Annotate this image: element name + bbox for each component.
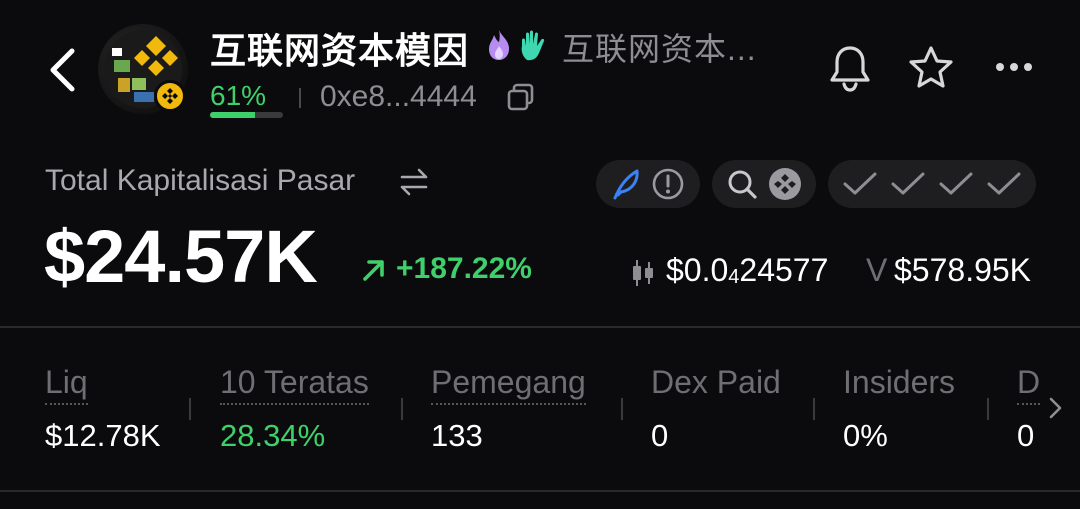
swap-metric-button[interactable] bbox=[398, 166, 430, 198]
bnb-chain-icon bbox=[154, 80, 186, 112]
bonding-progress-text: 61% bbox=[210, 80, 267, 111]
bonding-progress-fill bbox=[210, 112, 255, 118]
stat-separator bbox=[621, 398, 623, 420]
check-icon bbox=[891, 172, 925, 195]
divider bbox=[0, 490, 1080, 492]
separator bbox=[299, 88, 301, 108]
search-icon bbox=[728, 170, 757, 199]
price-zero-count: 4 bbox=[728, 266, 740, 288]
stat-separator bbox=[401, 398, 403, 420]
price-prefix: $0.0 bbox=[666, 252, 729, 288]
token-tags bbox=[484, 28, 550, 62]
info-icon bbox=[652, 168, 684, 200]
stat-value-dex-paid: 0 bbox=[651, 418, 669, 453]
price-digits: 24577 bbox=[739, 252, 829, 288]
check-icon bbox=[939, 172, 973, 195]
hand-icon bbox=[521, 30, 545, 61]
back-arrow-icon bbox=[50, 48, 75, 92]
stat-label-insiders: Insiders bbox=[843, 364, 956, 400]
stat-label-top10[interactable]: 10 Teratas bbox=[220, 364, 369, 405]
stat-value-truncated: 0 bbox=[1017, 418, 1035, 453]
search-explorer-chip[interactable] bbox=[712, 160, 816, 208]
stat-label-truncated[interactable]: D bbox=[1017, 364, 1041, 405]
stats-scroll-right-button[interactable] bbox=[1044, 394, 1066, 422]
copy-icon bbox=[507, 83, 534, 111]
back-button[interactable] bbox=[38, 42, 86, 98]
stat-label-holders[interactable]: Pemegang bbox=[431, 364, 586, 405]
bonding-progress-bar bbox=[210, 112, 283, 118]
trend-up-icon bbox=[363, 260, 384, 281]
candlestick-icon bbox=[633, 260, 653, 286]
token-subtitle: 互联网资本... bbox=[562, 31, 757, 67]
social-audit-chip[interactable] bbox=[596, 160, 700, 208]
copy-address-button[interactable] bbox=[506, 82, 536, 112]
bscscan-icon bbox=[769, 168, 801, 200]
divider bbox=[0, 326, 1080, 328]
feather-icon bbox=[613, 169, 639, 200]
market-cap-change: +187.22% bbox=[396, 252, 532, 285]
market-cap-label: Total Kapitalisasi Pasar bbox=[45, 164, 356, 197]
market-cap-value: $24.57K bbox=[44, 215, 318, 298]
token-detail-page: 互联网资本模因 互联网资本... 61% 0xe8...4444 Total K… bbox=[0, 0, 1080, 509]
swap-icon bbox=[400, 168, 428, 196]
volume-value: $578.95K bbox=[894, 252, 1032, 288]
token-price: $0.0424577 bbox=[666, 252, 828, 289]
more-icon bbox=[996, 63, 1032, 71]
stat-value-holders: 133 bbox=[431, 418, 483, 453]
volume-label: V bbox=[866, 252, 888, 288]
security-checks-chip[interactable] bbox=[828, 160, 1036, 208]
token-name: 互联网资本模因 bbox=[210, 30, 470, 71]
favorite-button[interactable] bbox=[906, 44, 956, 92]
star-icon bbox=[909, 46, 953, 88]
stat-separator bbox=[987, 398, 989, 420]
stat-value-insiders: 0% bbox=[843, 418, 888, 453]
chevron-right-icon bbox=[1049, 397, 1062, 419]
bell-icon bbox=[830, 46, 870, 92]
more-options-button[interactable] bbox=[990, 52, 1038, 82]
check-icon bbox=[843, 172, 877, 195]
stat-value-top10: 28.34% bbox=[220, 418, 326, 453]
stat-label-liq[interactable]: Liq bbox=[45, 364, 88, 405]
stat-label-dex-paid: Dex Paid bbox=[651, 364, 781, 400]
stat-value-liq: $12.78K bbox=[45, 418, 161, 453]
alert-button[interactable] bbox=[826, 44, 874, 92]
stat-separator bbox=[813, 398, 815, 420]
contract-address[interactable]: 0xe8...4444 bbox=[320, 80, 477, 114]
check-icon bbox=[987, 172, 1021, 195]
stat-separator bbox=[189, 398, 191, 420]
fire-icon bbox=[489, 30, 509, 60]
